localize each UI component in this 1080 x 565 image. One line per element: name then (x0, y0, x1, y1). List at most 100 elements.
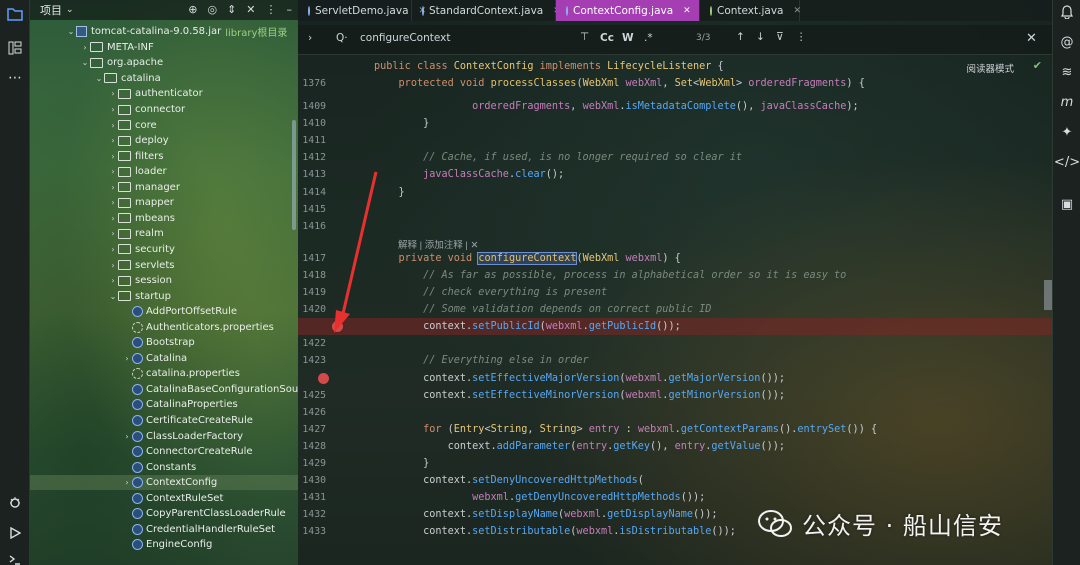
chevron-right-icon[interactable]: › (108, 105, 118, 114)
tree-item[interactable]: › mbeans (108, 211, 175, 227)
tree-item[interactable]: › manager (108, 180, 180, 196)
maven-icon[interactable]: m (1057, 92, 1077, 112)
structure-icon[interactable] (5, 38, 25, 58)
tree-item[interactable]: › deploy (108, 133, 169, 149)
tree-item[interactable]: CatalinaProperties (122, 397, 238, 413)
project-icon[interactable] (5, 4, 25, 24)
tree-item[interactable]: › session (108, 273, 172, 289)
folder-icon (118, 166, 131, 177)
options-icon[interactable]: ⋮ (266, 3, 277, 16)
code-icon[interactable]: </> (1054, 152, 1080, 172)
tree-item[interactable]: EngineConfig (122, 537, 212, 553)
tree-item[interactable]: ContextRuleSet (122, 491, 223, 507)
chevron-down-icon[interactable]: ⌄ (80, 58, 90, 67)
tree-item[interactable]: › authenticator (108, 86, 203, 102)
tree-item[interactable]: › servlets (108, 257, 174, 273)
chevron-right-icon[interactable]: › (108, 152, 118, 161)
chevron-down-icon[interactable]: ⌄ (66, 27, 76, 36)
terminal-icon[interactable] (5, 550, 25, 565)
tree-item[interactable]: ⌄ tomcat-catalina-9.0.58.jar library根目录 (66, 24, 287, 40)
jar-icon (76, 26, 87, 38)
tree-item[interactable]: › META-INF (80, 40, 154, 56)
chevron-right-icon[interactable]: › (108, 245, 118, 254)
chevron-down-icon[interactable]: ⌄ (94, 74, 104, 83)
tree-item[interactable]: CredentialHandlerRuleSet (122, 522, 275, 538)
tree-item[interactable]: › connector (108, 102, 185, 118)
chevron-right-icon[interactable]: › (108, 167, 118, 176)
chevron-right-icon[interactable]: › (108, 214, 118, 223)
right-toolbar: @ ≋ m ✦ </> ▣ (1052, 0, 1080, 565)
folder-icon (104, 73, 117, 84)
tree-item[interactable]: Authenticators.properties (122, 319, 274, 335)
folder-icon (118, 260, 131, 270)
tree-item[interactable]: ⌄ org.apache (80, 55, 164, 71)
notifications-icon[interactable] (1057, 2, 1077, 22)
tree-item[interactable]: › ContextConfig (30, 474, 298, 491)
tree-item[interactable]: ⌄ startup (108, 288, 171, 304)
activity-bar: ⋯ (0, 0, 30, 565)
database-icon[interactable]: ≋ (1057, 62, 1077, 82)
chevron-right-icon[interactable]: › (108, 229, 118, 238)
minimize-icon[interactable]: – (287, 3, 293, 16)
plugin-icon[interactable]: ✦ (1057, 122, 1077, 142)
tree-item-label: ContextConfig (146, 477, 218, 489)
tree-item-label: security (135, 243, 175, 255)
chevron-right-icon[interactable]: › (108, 261, 118, 270)
tree-item[interactable]: CatalinaBaseConfigurationSource (122, 382, 298, 398)
run-icon[interactable] (5, 523, 25, 543)
tree-item-label: authenticator (135, 88, 203, 100)
more-icon[interactable]: ⋯ (5, 68, 25, 88)
chevron-right-icon[interactable]: › (122, 478, 132, 487)
tree-item[interactable]: › loader (108, 164, 166, 180)
class-icon (132, 352, 143, 364)
chevron-right-icon[interactable]: › (108, 198, 118, 207)
close-icon[interactable]: ✕ (246, 3, 255, 16)
tree-item[interactable]: ConnectorCreateRule (122, 444, 253, 460)
collapse-icon[interactable]: ⇕ (227, 3, 236, 16)
tree-item[interactable]: ⌄ catalina (94, 71, 161, 87)
class-icon (132, 492, 143, 504)
add-icon[interactable]: ⊕ (188, 3, 197, 16)
tree-item[interactable]: CertificateCreateRule (122, 413, 253, 429)
tree-item[interactable]: CopyParentClassLoaderRule (122, 506, 286, 522)
chevron-right-icon[interactable]: › (108, 89, 118, 98)
folder-icon (118, 151, 131, 162)
tree-item-label: servlets (135, 259, 175, 271)
chevron-down-icon[interactable]: ⌄ (66, 5, 74, 15)
chevron-right-icon[interactable]: › (108, 121, 118, 130)
chevron-right-icon[interactable]: › (108, 136, 118, 145)
tree-item[interactable]: Bootstrap (122, 335, 195, 351)
tree-item[interactable]: › realm (108, 226, 163, 242)
tree-item-label: catalina.properties (146, 368, 240, 380)
locate-icon[interactable]: ◎ (207, 3, 217, 16)
folder-icon (118, 135, 131, 146)
debug-icon[interactable] (5, 492, 25, 512)
class-icon (132, 430, 143, 442)
ai-assistant-icon[interactable]: @ (1057, 32, 1077, 52)
tree-item-label: Bootstrap (146, 337, 195, 349)
chevron-right-icon[interactable]: › (108, 183, 118, 192)
project-panel: 项目 ⌄ ⊕ ◎ ⇕ ✕ ⋮ – ⌄ tomcat-catalina-9.0.58… (30, 0, 298, 565)
tree-item-label: Authenticators.properties (146, 321, 274, 333)
tree-item[interactable]: › mapper (108, 195, 173, 211)
chevron-right-icon[interactable]: › (122, 432, 132, 441)
project-scrollbar[interactable] (292, 120, 296, 230)
tree-item[interactable]: › ClassLoaderFactory (122, 428, 243, 444)
chevron-right-icon[interactable]: › (80, 43, 90, 52)
chevron-right-icon[interactable]: › (108, 276, 118, 285)
tree-item-label: META-INF (107, 41, 154, 53)
bookmark-icon[interactable]: ▣ (1057, 194, 1077, 214)
tree-item[interactable]: › core (108, 117, 156, 133)
folder-icon (118, 291, 131, 302)
chevron-right-icon[interactable]: › (122, 354, 132, 363)
tree-item[interactable]: › Catalina (122, 351, 187, 367)
tree-item-label: deploy (135, 135, 169, 147)
tree-item[interactable]: › filters (108, 148, 163, 164)
tree-item[interactable]: › security (108, 242, 175, 258)
chevron-down-icon[interactable]: ⌄ (108, 292, 118, 301)
tree-item[interactable]: catalina.properties (122, 366, 240, 382)
tree-item[interactable]: AddPortOffsetRule (122, 304, 237, 320)
tree-item-label: org.apache (107, 57, 164, 69)
tree-item-label: startup (135, 290, 171, 302)
tree-item[interactable]: Constants (122, 459, 196, 475)
